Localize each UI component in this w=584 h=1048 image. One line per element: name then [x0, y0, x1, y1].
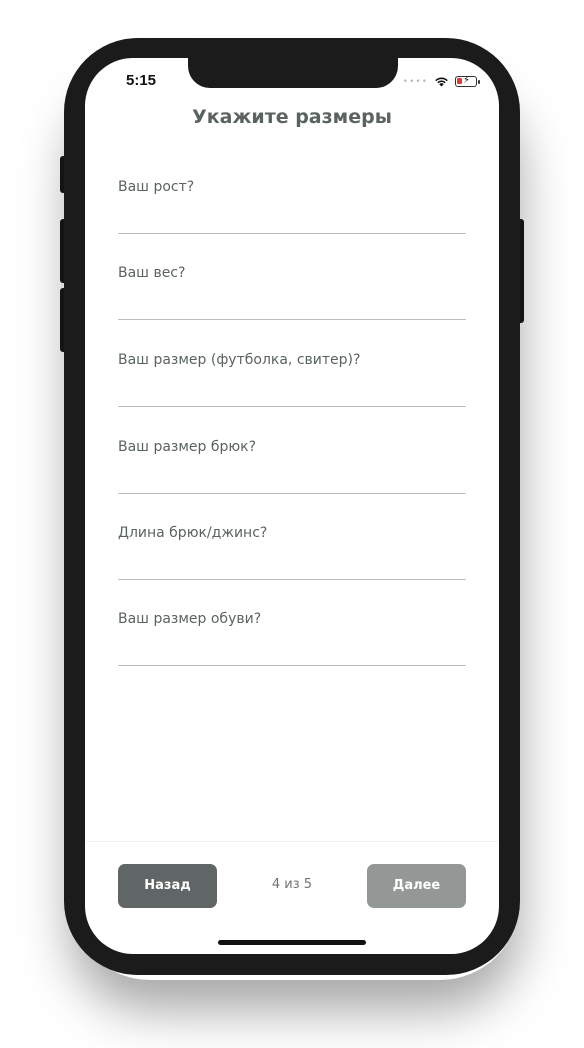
- shoe-size-field: Ваш размер обуви?: [118, 611, 466, 666]
- pants-size-field: Ваш размер брюк?: [118, 439, 466, 494]
- pants-length-underline: [118, 579, 466, 580]
- signal-dots-icon: ••••: [402, 76, 428, 87]
- battery-charging-icon: ⚡: [455, 75, 480, 87]
- height-label: Ваш рост?: [118, 179, 195, 195]
- pants-length-field: Длина брюк/джинс?: [118, 525, 466, 580]
- footer-divider: [85, 841, 499, 842]
- shoe-size-input[interactable]: [118, 639, 466, 661]
- shirt-size-input[interactable]: [118, 380, 466, 402]
- notch: [188, 58, 398, 88]
- page-title: Укажите размеры: [192, 106, 392, 128]
- status-time: 5:15: [126, 72, 157, 89]
- next-button[interactable]: Далее: [367, 864, 466, 908]
- pants-length-input[interactable]: [118, 553, 466, 575]
- pants-size-label: Ваш размер брюк?: [118, 439, 257, 455]
- shirt-size-label: Ваш размер (футболка, свитер)?: [118, 352, 361, 368]
- home-indicator: [218, 940, 366, 945]
- weight-input[interactable]: [118, 293, 466, 315]
- back-button[interactable]: Назад: [118, 864, 217, 908]
- height-input[interactable]: [118, 207, 466, 229]
- pants-size-underline: [118, 493, 466, 494]
- pants-size-input[interactable]: [118, 467, 466, 489]
- height-field: Ваш рост?: [118, 179, 466, 234]
- shoe-size-label: Ваш размер обуви?: [118, 611, 262, 627]
- weight-underline: [118, 319, 466, 320]
- weight-field: Ваш вес?: [118, 265, 466, 320]
- shoe-size-underline: [118, 665, 466, 666]
- height-underline: [118, 233, 466, 234]
- weight-label: Ваш вес?: [118, 265, 186, 281]
- status-icons: •••• ⚡: [402, 72, 480, 91]
- shirt-size-field: Ваш размер (футболка, свитер)?: [118, 352, 466, 407]
- pants-length-label: Длина брюк/джинс?: [118, 525, 268, 541]
- shirt-size-underline: [118, 406, 466, 407]
- wifi-icon: [434, 72, 449, 91]
- app-screen: 5:15 •••• ⚡ Укажите размеры Ваш рост? Ва…: [85, 58, 499, 954]
- step-counter: 4 из 5: [271, 877, 313, 892]
